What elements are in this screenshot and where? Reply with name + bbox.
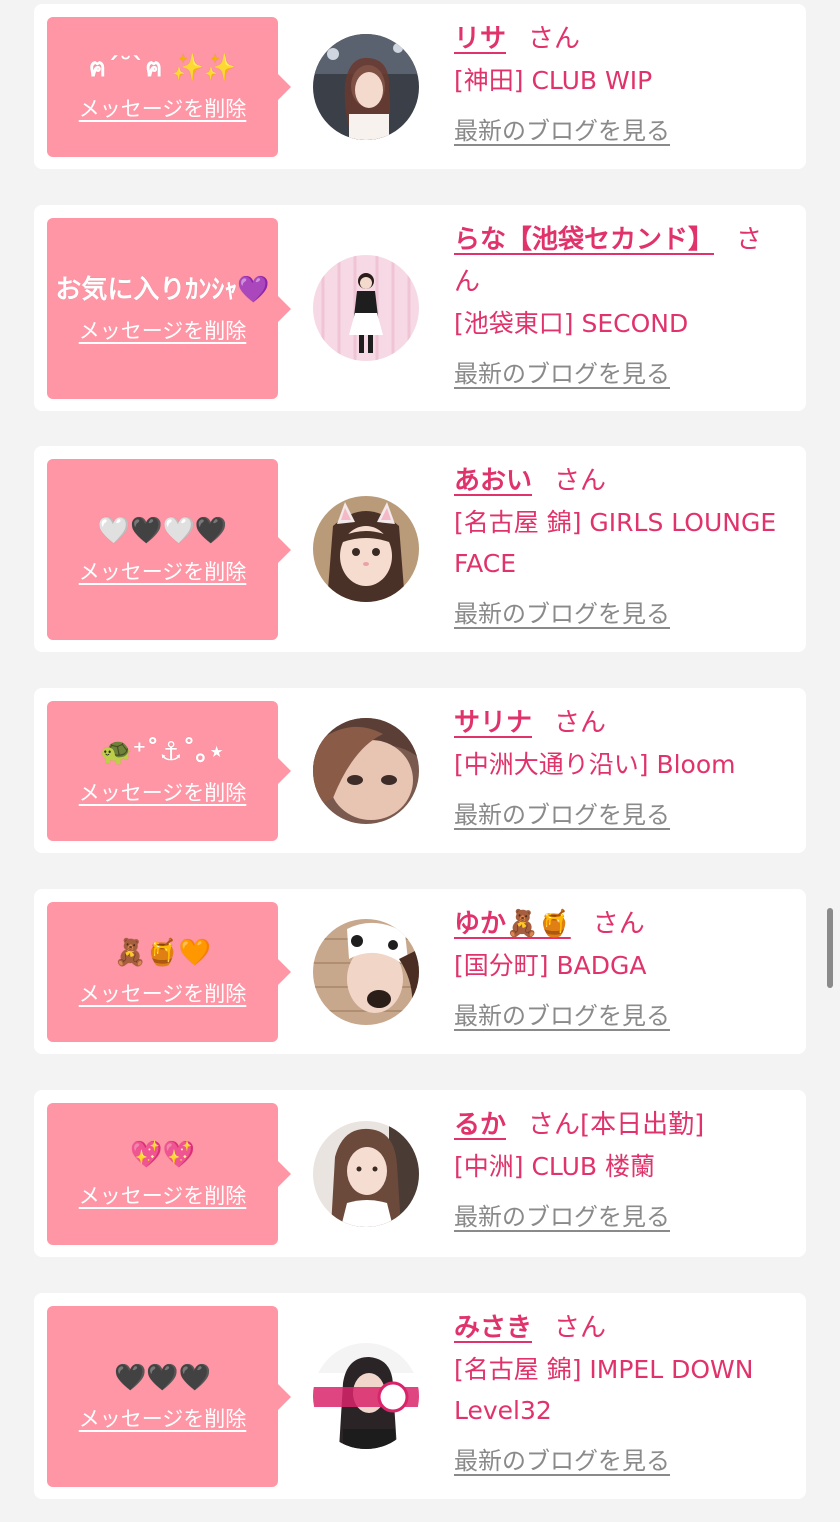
shop-name: [名古屋 錦] GIRLS LOUNGE FACE [454,508,777,578]
girl-info: ゆか🧸🍯 さん [国分町] BADGA 最新のブログを見る [454,903,788,1031]
message-text: 🖤🖤🖤 [113,1362,212,1393]
girl-name-link[interactable]: ゆか🧸🍯 [454,909,571,939]
avatar[interactable] [313,34,419,140]
favorite-card: お気に入りｶﾝｼｬ💜 メッセージを削除 らな【池袋セカンド】 さん [池袋東口] … [34,205,806,411]
girl-info: るか さん[本日出勤] [中洲] CLUB 楼蘭 最新のブログを見る [454,1104,788,1232]
girl-name-link[interactable]: サリナ [454,708,532,738]
delete-message-link[interactable]: メッセージを削除 [79,978,247,1008]
girl-name-link[interactable]: あおい [454,466,532,496]
delete-message-link[interactable]: メッセージを削除 [79,1180,247,1210]
delete-message-link[interactable]: メッセージを削除 [79,556,247,586]
girl-info: サリナ さん [中洲大通り沿い] Bloom 最新のブログを見る [454,702,788,830]
girl-info: らな【池袋セカンド】 さん [池袋東口] SECOND 最新のブログを見る [454,219,788,389]
san-label: さん [554,1313,607,1343]
message-bubble: 🐢⁺˚⚓︎˚｡⋆ メッセージを削除 [47,701,291,841]
shop-name: [神田] CLUB WIP [454,66,653,95]
message-text: 🧸🍯🧡 [113,938,212,968]
message-bubble: 🧸🍯🧡 メッセージを削除 [47,902,291,1042]
avatar[interactable] [313,1343,419,1449]
delete-message-link[interactable]: メッセージを削除 [79,315,247,345]
message-text: 💖💖 [130,1140,195,1170]
favorite-card: 🖤🖤🖤 メッセージを削除 みさき さん [名古屋 錦] IMPEL DOWN Le… [34,1293,806,1499]
shop-name: [中洲] CLUB 楼蘭 [454,1152,655,1181]
girl-name-link[interactable]: らな【池袋セカンド】 [454,225,714,255]
latest-blog-link[interactable]: 最新のブログを見る [454,996,670,1031]
message-text: 🤍🖤🤍🖤 [97,515,228,546]
latest-blog-link[interactable]: 最新のブログを見る [454,354,670,389]
avatar[interactable] [313,255,419,361]
favorite-card: 🐢⁺˚⚓︎˚｡⋆ メッセージを削除 サリナ さん [中洲大通り沿い] Bloom … [34,688,806,853]
latest-blog-link[interactable]: 最新のブログを見る [454,594,670,629]
shop-name: [中洲大通り沿い] Bloom [454,750,736,779]
delete-message-link[interactable]: メッセージを削除 [79,1403,247,1433]
message-bubble: 💖💖 メッセージを削除 [47,1103,291,1245]
girl-info: みさき さん [名古屋 錦] IMPEL DOWN Level32 最新のブログを… [454,1307,788,1476]
girl-name-link[interactable]: リサ [454,24,506,54]
favorite-card: 🤍🖤🤍🖤 メッセージを削除 あおい さん [名古屋 錦] GIRLS LOUNGE… [34,446,806,652]
delete-message-link[interactable]: メッセージを削除 [79,93,247,123]
san-label: さん [528,24,581,54]
message-bubble: ฅ´˘`ฅ ✨✨ メッセージを削除 [47,17,291,157]
san-label: さん [592,909,645,939]
san-label: さん [528,1110,581,1140]
favorite-card: 🧸🍯🧡 メッセージを削除 ゆか🧸🍯 さん [国分町] BADGA 最新のブログを見… [34,889,806,1054]
shop-name: [池袋東口] SECOND [454,309,689,338]
latest-blog-link[interactable]: 最新のブログを見る [454,1197,670,1232]
favorite-card: 💖💖 メッセージを削除 るか さん[本日出勤] [中洲] CLUB 楼蘭 最新のブ… [34,1090,806,1257]
scrollbar[interactable] [827,908,833,988]
message-bubble: 🤍🖤🤍🖤 メッセージを削除 [47,459,291,640]
message-text: 🐢⁺˚⚓︎˚｡⋆ [100,737,225,767]
avatar[interactable] [313,919,419,1025]
message-text: お気に入りｶﾝｼｬ💜 [55,274,270,305]
avatar[interactable] [313,496,419,602]
avatar[interactable] [313,718,419,824]
message-text: ฅ´˘`ฅ ✨✨ [88,53,237,83]
san-label: さん [554,708,607,738]
latest-blog-link[interactable]: 最新のブログを見る [454,1441,670,1476]
latest-blog-link[interactable]: 最新のブログを見る [454,111,670,146]
delete-message-link[interactable]: メッセージを削除 [79,777,247,807]
shop-name: [国分町] BADGA [454,951,647,980]
girl-name-link[interactable]: るか [454,1110,506,1140]
san-label: さん [554,466,607,496]
shop-name: [名古屋 錦] IMPEL DOWN Level32 [454,1355,754,1425]
latest-blog-link[interactable]: 最新のブログを見る [454,795,670,830]
message-bubble: お気に入りｶﾝｼｬ💜 メッセージを削除 [47,218,291,399]
message-bubble: 🖤🖤🖤 メッセージを削除 [47,1306,291,1487]
girl-name-link[interactable]: みさき [454,1313,532,1343]
name-suffix: [本日出勤] [580,1110,705,1140]
girl-info: あおい さん [名古屋 錦] GIRLS LOUNGE FACE 最新のブログを見… [454,460,788,629]
avatar[interactable] [313,1121,419,1227]
favorite-card: ฅ´˘`ฅ ✨✨ メッセージを削除 リサ さん [神田] CLUB WIP 最新の… [34,4,806,169]
girl-info: リサ さん [神田] CLUB WIP 最新のブログを見る [454,18,788,146]
